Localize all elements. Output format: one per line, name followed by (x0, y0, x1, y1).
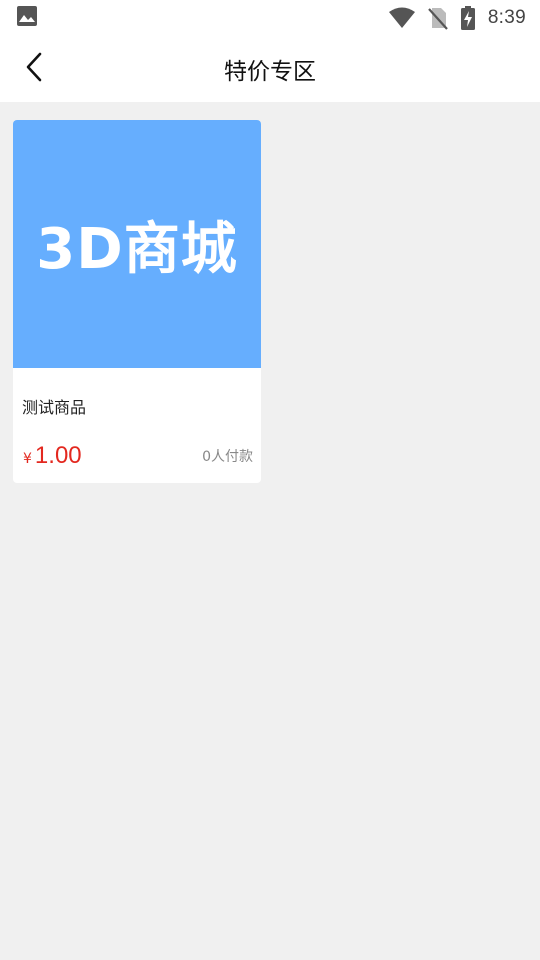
image-notification-icon (16, 5, 38, 31)
battery-charging-icon (460, 6, 476, 30)
price-value: 1.00 (34, 442, 82, 469)
chevron-left-icon (22, 51, 46, 87)
product-image-text: 3D商城 (36, 216, 238, 282)
status-right: 8:39 (376, 6, 526, 30)
status-time: 8:39 (487, 7, 526, 28)
product-price: ¥ 1.00 (23, 442, 82, 470)
product-image[interactable]: 3D商城 (13, 120, 261, 368)
product-name: 测试商品 (22, 398, 87, 417)
product-grid: 3D商城 测试商品 ¥ 1.00 0人付款 (0, 102, 540, 960)
sales-count: 0人付款 (202, 449, 253, 465)
no-sim-icon (427, 6, 448, 30)
product-card[interactable]: 3D商城 测试商品 ¥ 1.00 0人付款 (13, 120, 261, 483)
app-bar: 特价专区 (0, 36, 540, 102)
page-title: 特价专区 (224, 59, 316, 85)
back-button[interactable] (14, 49, 54, 89)
currency-symbol: ¥ (23, 451, 32, 467)
wifi-icon (388, 7, 416, 29)
price-row: ¥ 1.00 0人付款 (23, 442, 253, 470)
status-left (16, 5, 38, 31)
status-bar: 8:39 (0, 0, 540, 36)
